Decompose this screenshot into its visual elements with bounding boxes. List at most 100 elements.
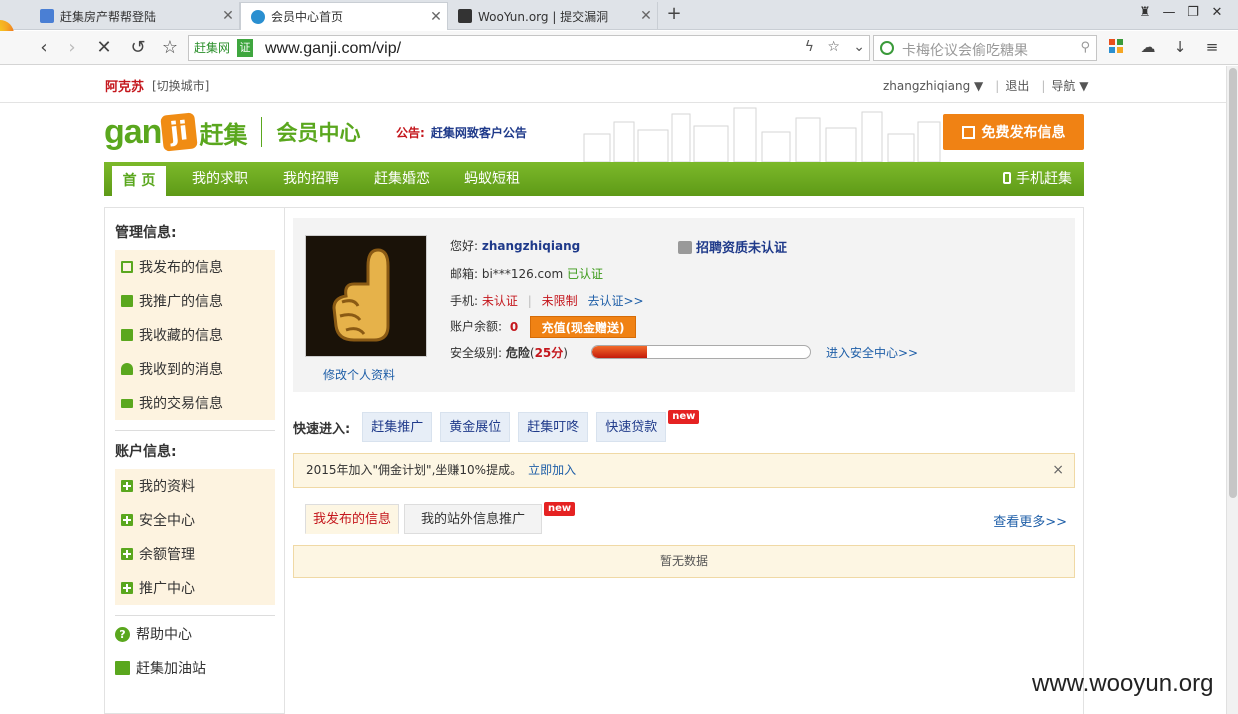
sidebar-item-security[interactable]: 安全中心 [115,503,275,537]
maximize-icon[interactable]: ❐ [1182,5,1204,20]
stop-icon[interactable]: ✕ [92,36,116,60]
nav-short-rental[interactable]: 蚂蚁短租 [456,162,528,196]
sidebar-item-my-messages[interactable]: 我收到的消息 [115,352,275,386]
search-input[interactable]: 卡梅伦议会偷吃糖果 [902,40,1028,60]
sidebar-item-promotion-center[interactable]: 推广中心 [115,571,275,605]
bookmark-star-icon[interactable]: ☆ [158,36,182,60]
url-bar[interactable]: 赶集网 证 www.ganji.com/vip/ ϟ ☆ ⌄ [188,35,870,61]
browser-tab-1[interactable]: 赶集房产帮帮登陆 ✕ [30,2,240,30]
post-tabs: 我发布的信息 我的站外信息推广 new 查看更多>> [293,502,1075,534]
free-publish-button[interactable]: 免费发布信息 [943,114,1084,150]
tab-my-posts[interactable]: 我发布的信息 [305,504,399,534]
close-banner-icon[interactable]: × [1052,454,1064,487]
search-icon[interactable]: ⚲ [1080,40,1090,55]
quick-loan-button[interactable]: 快速贷款 [596,412,667,442]
quick-dingdong-button[interactable]: 赶集叮咚 [518,412,589,442]
reload-icon[interactable]: ↺ [126,36,150,60]
back-icon[interactable]: ‹ [32,36,56,60]
account-info-group: 我的资料 安全中心 余额管理 推广中心 [115,469,275,605]
new-badge: new [668,410,700,424]
close-tab-icon[interactable]: ✕ [635,8,657,24]
sidebar-item-my-profile[interactable]: 我的资料 [115,469,275,503]
recruit-cert-status[interactable]: 招聘资质未认证 [678,237,787,256]
sidebar: 管理信息: 我发布的信息 我推广的信息 我收藏的信息 我收到的消息 我的交易信息… [104,207,285,714]
quick-gold-booth-button[interactable]: 黄金展位 [440,412,511,442]
phone-verify-link[interactable]: 去认证>> [587,294,643,308]
greeting-label: 您好: [450,239,479,253]
sidebar-item-label: 推广中心 [139,581,195,597]
nav-dating[interactable]: 赶集婚恋 [366,162,438,196]
tab-offsite-promotion[interactable]: 我的站外信息推广 [404,504,542,534]
balance-row: 账户余额: 0 充值(现金赠送) [450,316,637,338]
member-center-title: 会员中心 [276,121,361,145]
envelope-icon [121,398,133,408]
edit-profile-link[interactable]: 修改个人资料 [323,366,395,383]
browser-tab-2-active[interactable]: 会员中心首页 ✕ [240,2,448,30]
username-dropdown[interactable]: zhangzhiqiang ▼ [883,79,983,93]
certificate-icon[interactable]: 证 [237,39,253,57]
sidebar-item-help-center[interactable]: ? 帮助中心 [115,617,275,651]
view-more-link[interactable]: 查看更多>> [993,511,1067,530]
lightning-icon[interactable]: ϟ [805,39,814,55]
user-avatar[interactable] [305,235,427,357]
sidebar-item-my-favorites[interactable]: 我收藏的信息 [115,318,275,352]
browser-search-box[interactable]: 卡梅伦议会偷吃糖果 ⚲ [873,35,1097,61]
main-navigation: 首 页 我的求职 我的招聘 赶集婚恋 蚂蚁短租 手机赶集 [104,162,1084,196]
nav-home[interactable]: 首 页 [112,166,166,196]
phone-status: 未认证 [481,294,518,308]
url-text[interactable]: www.ganji.com/vip/ [265,39,401,59]
profile-username: zhangzhiqiang [481,239,581,253]
switch-city-link[interactable]: [切换城市] [152,77,209,94]
separator: | [995,79,1000,93]
phone-limit-status: 未限制 [541,294,578,308]
sidebar-item-my-posts[interactable]: 我发布的信息 [115,250,275,284]
skin-icon[interactable]: ♜ [1134,5,1156,20]
security-center-link[interactable]: 进入安全中心>> [826,344,918,361]
menu-icon[interactable]: ≡ [1202,38,1222,58]
browser-tab-3[interactable]: WooYun.org | 提交漏洞 ✕ [448,2,658,30]
nav-dropdown[interactable]: 导航 ▼ [1051,79,1088,93]
recharge-button[interactable]: 充值(现金赠送) [530,316,637,338]
sidebar-item-label: 我推广的信息 [139,294,223,310]
plus-icon [121,514,133,526]
download-icon[interactable]: ↓ [1170,38,1190,58]
cloud-icon[interactable]: ☁ [1138,38,1158,58]
join-now-link[interactable]: 立即加入 [528,463,576,477]
current-city: 阿克苏 [105,80,145,95]
site-topbar: 阿克苏 [切换城市] zhangzhiqiang ▼ | 退出 | 导航 ▼ [0,66,1226,103]
help-group: ? 帮助中心 赶集加油站 [115,617,275,685]
balance-label: 账户余额: [450,319,503,334]
gas-station-icon [115,661,130,675]
browser-tab-bar: 赶集房产帮帮登陆 ✕ 会员中心首页 ✕ WooYun.org | 提交漏洞 ✕ … [0,0,1238,56]
banner-text: 2015年加入"佣金计划",坐赚10%提成。 [306,463,523,477]
page-scrollbar[interactable] [1226,66,1238,714]
favorite-star-icon[interactable]: ☆ [827,39,840,55]
close-tab-icon[interactable]: ✕ [217,8,239,24]
scrollbar-thumb[interactable] [1229,68,1237,498]
quick-access: 快速进入: 赶集推广 黄金展位 赶集叮咚 快速贷款 new [293,410,700,442]
close-window-icon[interactable]: ✕ [1206,5,1228,20]
notice-link[interactable]: 赶集网致客户公告 [431,126,527,140]
dropdown-chevron-icon[interactable]: ⌄ [853,39,865,55]
nav-my-jobs[interactable]: 我的求职 [184,162,256,196]
sidebar-item-gas-station[interactable]: 赶集加油站 [115,651,275,685]
commission-banner: 2015年加入"佣金计划",坐赚10%提成。 立即加入 × [293,453,1075,488]
megaphone-icon [121,295,133,307]
sidebar-divider [115,430,275,431]
sidebar-item-my-promotions[interactable]: 我推广的信息 [115,284,275,318]
logo-divider [261,117,263,147]
new-tab-button[interactable]: + [664,3,684,24]
sidebar-item-label: 我的交易信息 [139,396,223,412]
close-tab-icon[interactable]: ✕ [425,9,447,25]
sidebar-item-my-transactions[interactable]: 我的交易信息 [115,386,275,420]
sidebar-item-balance[interactable]: 余额管理 [115,537,275,571]
minimize-icon[interactable]: — [1158,5,1180,20]
apps-grid-icon[interactable] [1106,38,1126,58]
ganji-logo[interactable]: gan ji 赶集 会员中心 [104,112,360,152]
forward-icon[interactable]: › [60,36,84,60]
nav-my-hiring[interactable]: 我的招聘 [275,162,347,196]
manage-info-heading: 管理信息: [115,225,177,241]
quick-ganji-promo-button[interactable]: 赶集推广 [362,412,433,442]
logout-link[interactable]: 退出 [1005,79,1029,93]
mobile-ganji-link[interactable]: 手机赶集 [1003,162,1072,196]
